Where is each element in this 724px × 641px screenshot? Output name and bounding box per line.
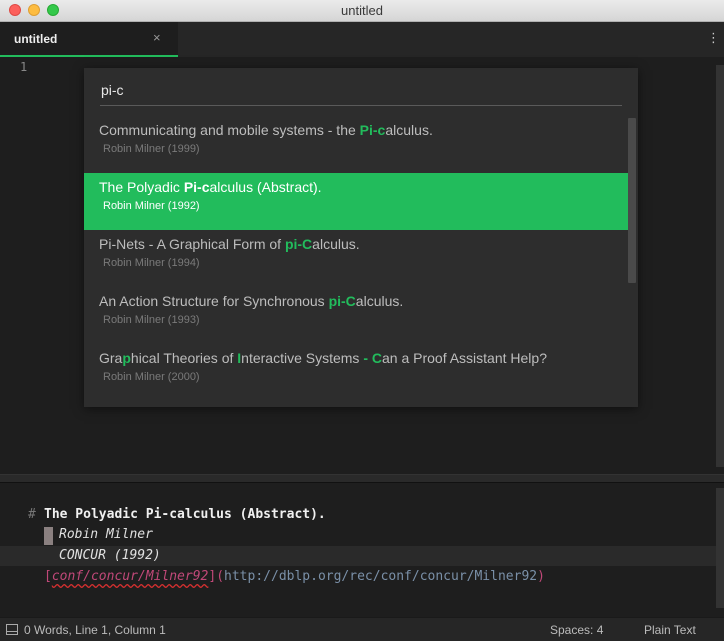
window-title: untitled — [341, 3, 383, 18]
venue-text: CONCUR (1992) — [59, 548, 161, 563]
title-segment: Communicating and mobile systems - the — [99, 122, 360, 138]
tab-untitled[interactable]: untitled × — [0, 22, 178, 57]
status-indentation[interactable]: Spaces: 4 — [550, 623, 603, 637]
tab-bar: untitled × ⋮ — [0, 22, 724, 57]
link-open-bracket: [ — [44, 569, 52, 584]
quick-panel-item[interactable]: Pi-Nets - A Graphical Form of pi-Calculu… — [84, 230, 628, 287]
quick-panel-item-title: Pi-Nets - A Graphical Form of pi-Calculu… — [99, 236, 360, 252]
quick-panel-list: Communicating and mobile systems - the P… — [84, 116, 628, 401]
quick-panel-input[interactable]: pi-c — [100, 82, 622, 106]
match-highlight: p — [122, 350, 131, 366]
tab-menu-icon[interactable]: ⋮ — [707, 30, 720, 46]
title-segment: alculus. — [385, 122, 433, 138]
quick-panel-item[interactable]: An Action Structure for Synchronous pi-C… — [84, 287, 628, 344]
status-position: 0 Words, Line 1, Column 1 — [24, 623, 166, 637]
link-text: conf/concur/Milner92 — [51, 569, 209, 584]
blockquote-marker — [44, 527, 53, 545]
title-segment: An Action Structure for Synchronous — [99, 293, 329, 309]
quick-panel-item[interactable]: Graphical Theories of Interactive System… — [84, 344, 628, 401]
line-number: 1 — [20, 60, 28, 74]
title-segment: alculus. — [355, 293, 404, 309]
quick-panel-item-title: Communicating and mobile systems - the P… — [99, 122, 433, 138]
tab-label: untitled — [14, 32, 58, 46]
quick-panel: pi-c Communicating and mobile systems - … — [84, 68, 638, 407]
title-segment: Gra — [99, 350, 123, 366]
quick-panel-item-subtitle: Robin Milner (1992) — [103, 200, 200, 212]
panel-toggle-icon[interactable] — [6, 624, 18, 635]
quick-panel-item[interactable]: Communicating and mobile systems - the P… — [84, 116, 628, 173]
title-segment: alculus. — [312, 236, 360, 252]
status-syntax[interactable]: Plain Text — [644, 623, 696, 637]
markdown-link[interactable]: [conf/concur/Milner92](http://dblp.org/r… — [44, 569, 545, 584]
editor-pane-bottom[interactable]: # The Polyadic Pi-calculus (Abstract). R… — [0, 483, 724, 608]
heading-marker: # — [28, 507, 36, 522]
heading-text: The Polyadic Pi-calculus (Abstract). — [44, 507, 326, 522]
scrollbar-bottom[interactable] — [716, 488, 724, 608]
quick-panel-item-subtitle: Robin Milner (2000) — [103, 371, 200, 383]
quick-panel-item-subtitle: Robin Milner (1993) — [103, 314, 200, 326]
quick-panel-item-subtitle: Robin Milner (1994) — [103, 257, 200, 269]
title-segment: nteractive Systems — [241, 350, 364, 366]
title-bar: untitled — [0, 0, 724, 22]
quick-panel-item[interactable]: The Polyadic Pi-calculus (Abstract). Robi… — [84, 173, 628, 230]
match-highlight: C — [371, 350, 382, 366]
match-highlight: Pi-c — [359, 122, 386, 138]
quick-panel-item-title: Graphical Theories of Interactive System… — [99, 350, 547, 366]
status-bar: 0 Words, Line 1, Column 1 Spaces: 4 Plai… — [0, 617, 724, 641]
quick-panel-item-subtitle: Robin Milner (1999) — [103, 143, 200, 155]
title-segment: Pi-Nets - A Graphical Form of — [99, 236, 285, 252]
match-highlight: Pi-c — [183, 179, 210, 195]
author-text: Robin Milner — [59, 527, 153, 542]
quick-panel-item-title: The Polyadic Pi-calculus (Abstract). — [99, 179, 322, 195]
pane-divider[interactable] — [0, 474, 724, 483]
scrollbar-top[interactable] — [716, 65, 724, 467]
tab-close-icon[interactable]: × — [153, 30, 161, 45]
title-segment: alculus (Abstract). — [209, 179, 322, 195]
link-mid: ]( — [208, 569, 225, 584]
match-highlight: pi-C — [284, 236, 313, 252]
quick-panel-scrollbar[interactable] — [628, 118, 636, 283]
title-segment: hical Theories of — [130, 350, 238, 366]
match-highlight: pi-C — [328, 293, 356, 309]
quick-panel-item-title: An Action Structure for Synchronous pi-C… — [99, 293, 403, 309]
link-url: http://dblp.org/rec/conf/concur/Milner92 — [224, 569, 538, 584]
title-segment: an a Proof Assistant Help? — [382, 350, 547, 366]
link-close: ) — [537, 569, 545, 584]
title-segment: The Polyadic — [99, 179, 184, 195]
